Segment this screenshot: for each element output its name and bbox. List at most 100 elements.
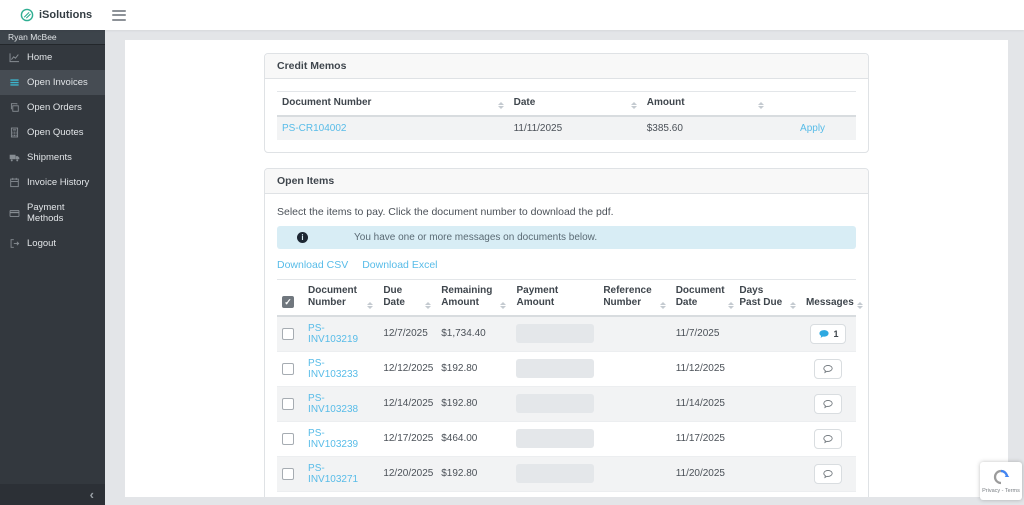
reference-number	[598, 316, 670, 352]
document-date: 11/25/2025	[671, 491, 735, 497]
payment-amount-input[interactable]	[516, 394, 594, 413]
sort-icon[interactable]	[660, 302, 666, 310]
row-checkbox[interactable]: ✓	[282, 468, 294, 480]
sidebar-item-home[interactable]: Home	[0, 45, 105, 70]
open-items-intro: Select the items to pay. Click the docum…	[277, 206, 856, 218]
sort-icon[interactable]	[498, 102, 504, 110]
sidebar-item-shipments[interactable]: Shipments	[0, 145, 105, 170]
column-label: Messages	[806, 297, 854, 310]
credit-memos-body: Document NumberDateAmount PS-CR104002 11…	[265, 79, 868, 152]
due-date: 12/12/2025	[378, 351, 436, 386]
row-checkbox[interactable]: ✓	[282, 433, 294, 445]
invoice-document-link[interactable]: PS-INV103271	[308, 463, 358, 485]
reference-number	[598, 421, 670, 456]
messages-button[interactable]: 1	[810, 324, 846, 344]
sidebar-nav: Home Open Invoices Open Orders Open Quot…	[0, 45, 105, 256]
sort-icon[interactable]	[857, 302, 863, 310]
sidebar-item-open-orders[interactable]: Open Orders	[0, 95, 105, 120]
column-header-payment-amount: Payment Amount	[511, 279, 598, 316]
sort-icon[interactable]	[631, 102, 637, 110]
open-item-row: ✓ PS-INV103239 12/17/2025 $464.00 11/17/…	[277, 421, 856, 456]
messages-button[interactable]	[814, 429, 842, 449]
sidebar-item-payment-methods[interactable]: Payment Methods	[0, 195, 105, 231]
sort-icon[interactable]	[728, 302, 734, 310]
sort-icon[interactable]	[367, 302, 373, 310]
apply-link[interactable]: Apply	[800, 123, 825, 134]
sort-icon[interactable]	[425, 302, 431, 310]
payment-amount-input[interactable]	[516, 324, 594, 343]
column-header-days-past-due[interactable]: Days Past Due	[734, 279, 801, 316]
due-date: 12/7/2025	[378, 316, 436, 352]
reference-number	[598, 491, 670, 497]
open-item-row: ✓ PS-INV103283 12/25/2025 $192.80 11/25/…	[277, 491, 856, 497]
calculator-icon	[9, 127, 20, 138]
sort-icon[interactable]	[790, 302, 796, 310]
sort-icon[interactable]	[758, 102, 764, 110]
invoice-document-link[interactable]: PS-INV103219	[308, 323, 358, 345]
column-header-remaining-amount[interactable]: Remaining Amount	[436, 279, 511, 316]
row-checkbox[interactable]: ✓	[282, 398, 294, 410]
message-bubble-icon	[822, 433, 834, 445]
column-header-amount[interactable]: Amount	[642, 92, 769, 116]
document-date: 11/12/2025	[671, 351, 735, 386]
invoice-document-link[interactable]: PS-INV103233	[308, 358, 358, 380]
payment-amount-input[interactable]	[516, 359, 594, 378]
messages-button[interactable]	[814, 394, 842, 414]
days-past-due	[734, 491, 801, 497]
menu-toggle-icon[interactable]	[108, 6, 130, 25]
column-label: Date	[514, 97, 536, 110]
select-all-checkbox[interactable]: ✓	[282, 296, 294, 308]
column-header-reference-number[interactable]: Reference Number	[598, 279, 670, 316]
invoice-document-link[interactable]: PS-INV103239	[308, 428, 358, 450]
remaining-amount: $192.80	[436, 351, 511, 386]
collapse-sidebar-icon[interactable]: ‹	[90, 488, 94, 501]
calendar-icon	[9, 177, 20, 188]
row-checkbox[interactable]: ✓	[282, 328, 294, 340]
sidebar-item-invoice-history[interactable]: Invoice History	[0, 170, 105, 195]
copy-icon	[9, 102, 20, 113]
credit-memo-document-link[interactable]: PS-CR104002	[282, 123, 346, 134]
remaining-amount: $192.80	[436, 491, 511, 497]
messages-button[interactable]	[814, 464, 842, 484]
info-icon: i	[297, 232, 308, 243]
document-date: 11/20/2025	[671, 456, 735, 491]
sidebar-item-label: Shipments	[27, 152, 72, 163]
list-icon	[9, 77, 20, 88]
credit-memos-title: Credit Memos	[265, 54, 868, 79]
download-excel-link[interactable]: Download Excel	[362, 259, 437, 271]
column-header-date[interactable]: Date	[509, 92, 642, 116]
column-header-document-number[interactable]: Document Number	[277, 92, 509, 116]
column-header-document-date[interactable]: Document Date	[671, 279, 735, 316]
column-header-actions	[769, 92, 856, 116]
messages-button[interactable]	[814, 359, 842, 379]
sidebar-item-label: Open Invoices	[27, 77, 88, 88]
sort-icon[interactable]	[500, 302, 506, 310]
sidebar-item-logout[interactable]: Logout	[0, 231, 105, 256]
reference-number	[598, 351, 670, 386]
credit-memos-table: Document NumberDateAmount PS-CR104002 11…	[277, 91, 856, 140]
column-label: Amount	[647, 97, 685, 110]
row-checkbox[interactable]: ✓	[282, 363, 294, 375]
sidebar-item-label: Invoice History	[27, 177, 89, 188]
sidebar-item-open-invoices[interactable]: Open Invoices	[0, 70, 105, 95]
due-date: 12/25/2025	[378, 491, 436, 497]
invoice-document-link[interactable]: PS-INV103238	[308, 393, 358, 415]
due-date: 12/17/2025	[378, 421, 436, 456]
column-label: Due Date	[383, 285, 422, 310]
remaining-amount: $1,734.40	[436, 316, 511, 352]
message-bubble-icon	[822, 398, 834, 410]
column-header-document-number[interactable]: Document Number	[303, 279, 378, 316]
recaptcha-badge[interactable]: Privacy - Terms	[980, 462, 1022, 500]
column-label: Document Date	[676, 285, 725, 310]
payment-amount-input[interactable]	[516, 464, 594, 483]
download-csv-link[interactable]: Download CSV	[277, 259, 348, 271]
sidebar-item-open-quotes[interactable]: Open Quotes	[0, 120, 105, 145]
info-alert: i You have one or more messages on docum…	[277, 226, 856, 249]
document-date: 11/17/2025	[671, 421, 735, 456]
days-past-due	[734, 456, 801, 491]
column-label: Reference Number	[603, 285, 656, 310]
payment-amount-input[interactable]	[516, 429, 594, 448]
column-header-messages[interactable]: Messages	[801, 279, 856, 316]
credit-memos-card: Credit Memos Document Number Date Amount P…	[264, 53, 869, 153]
column-header-due-date[interactable]: Due Date	[378, 279, 436, 316]
